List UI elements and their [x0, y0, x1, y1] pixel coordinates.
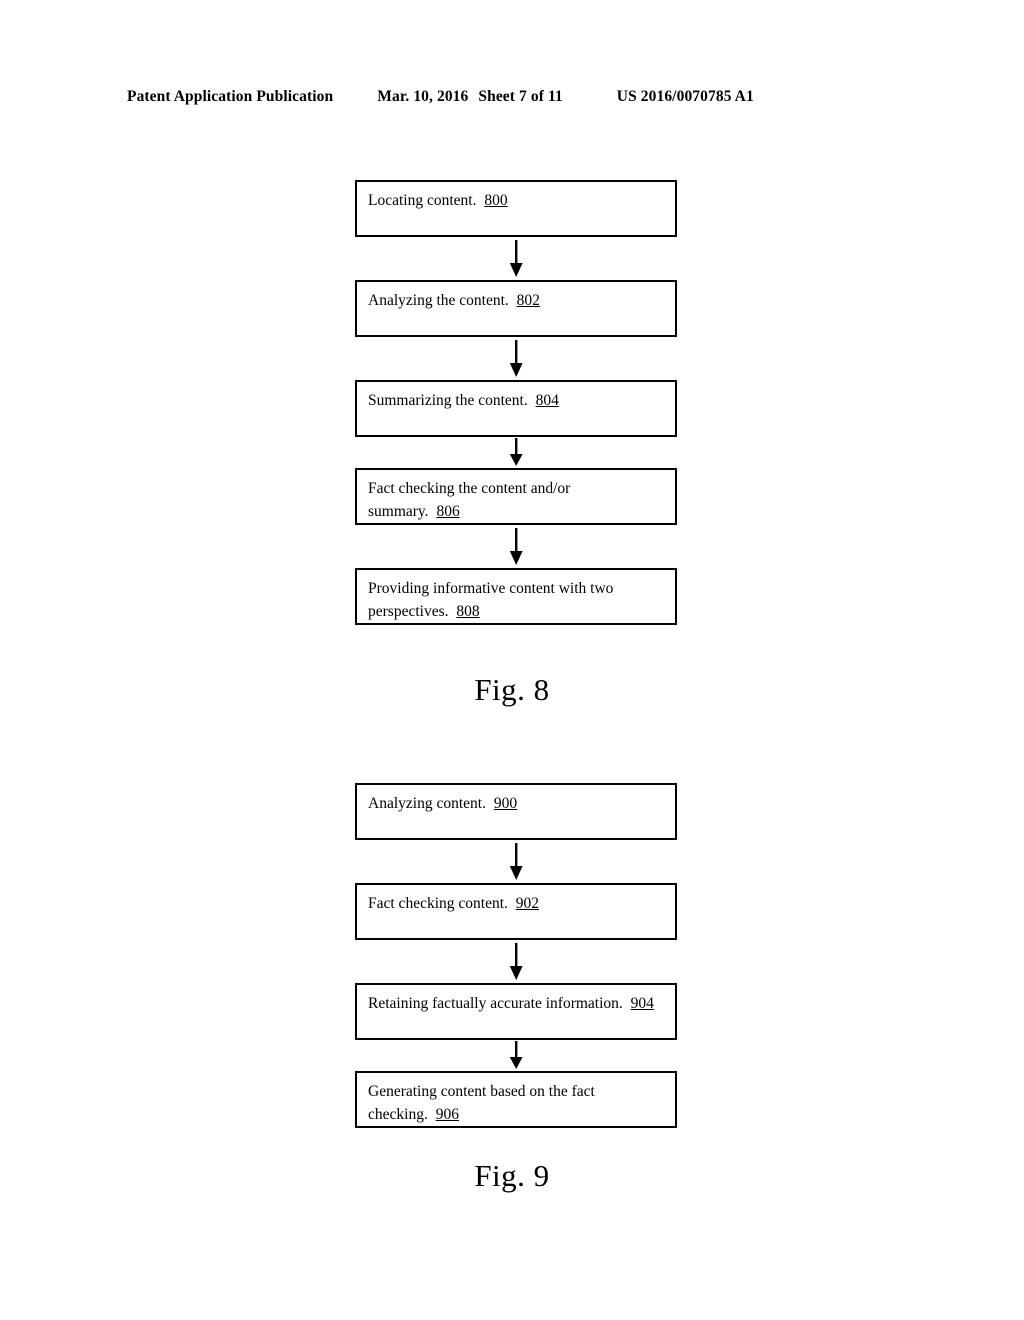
header-patent-number: US 2016/0070785 A1: [616, 88, 754, 105]
reference-numeral: 802: [516, 292, 540, 309]
page-header: Patent Application Publication Mar. 10, …: [127, 88, 887, 112]
flow-connector-arrow: [355, 940, 677, 983]
flow-step-box: Locating content. 800: [355, 180, 677, 237]
flow-step-box: Analyzing the content. 802: [355, 280, 677, 337]
flow-step-text: Providing informative content with two p…: [368, 580, 614, 620]
flow-step-box: Summarizing the content. 804: [355, 380, 677, 437]
figure-8: Locating content. 800 Analyzing the cont…: [0, 180, 1024, 625]
flow-connector-arrow: [355, 525, 677, 568]
header-publication-label: Patent Application Publication: [127, 88, 334, 105]
flow-step-box: Analyzing content. 900: [355, 783, 677, 840]
flow-step-text: Analyzing the content. 802: [368, 292, 540, 309]
flow-step-text: Analyzing content. 900: [368, 795, 518, 812]
flow-step-box: Providing informative content with two p…: [355, 568, 677, 625]
flow-connector-arrow: [355, 1040, 677, 1071]
reference-numeral: 906: [435, 1106, 459, 1123]
flow-step-text: Fact checking the content and/or summary…: [368, 480, 571, 520]
reference-numeral: 902: [515, 895, 540, 912]
flow-step-text: Locating content. 800: [368, 192, 508, 209]
header-sheet-label: Sheet 7 of 11: [478, 88, 563, 105]
flow-step-box: Fact checking the content and/or summary…: [355, 468, 677, 525]
flow-step-text: Retaining factually accurate information…: [368, 995, 654, 1012]
reference-numeral: 904: [630, 995, 654, 1012]
flowchart-900-series: Analyzing content. 900 Fact checking con…: [355, 783, 677, 1128]
flow-connector-arrow: [355, 437, 677, 468]
flow-connector-arrow: [355, 237, 677, 280]
flowchart-800-series: Locating content. 800 Analyzing the cont…: [355, 180, 677, 625]
flow-connector-arrow: [355, 840, 677, 883]
reference-numeral: 900: [493, 795, 518, 812]
flow-step-box: Retaining factually accurate information…: [355, 983, 677, 1040]
flow-connector-arrow: [355, 337, 677, 380]
flow-step-box: Generating content based on the fact che…: [355, 1071, 677, 1128]
reference-numeral: 808: [456, 603, 480, 620]
flow-step-box: Fact checking content. 902: [355, 883, 677, 940]
flow-step-text: Fact checking content. 902: [368, 895, 540, 912]
reference-numeral: 806: [436, 503, 460, 520]
reference-numeral: 800: [484, 192, 508, 209]
flow-step-text: Summarizing the content. 804: [368, 392, 559, 409]
flow-step-text: Generating content based on the fact che…: [368, 1083, 595, 1123]
header-date-label: Mar. 10, 2016: [377, 88, 469, 105]
figure-9-caption: Fig. 9: [474, 1158, 550, 1193]
figure-8-caption: Fig. 8: [474, 672, 550, 707]
reference-numeral: 804: [535, 392, 559, 409]
figure-9: Analyzing content. 900 Fact checking con…: [0, 783, 1024, 1128]
